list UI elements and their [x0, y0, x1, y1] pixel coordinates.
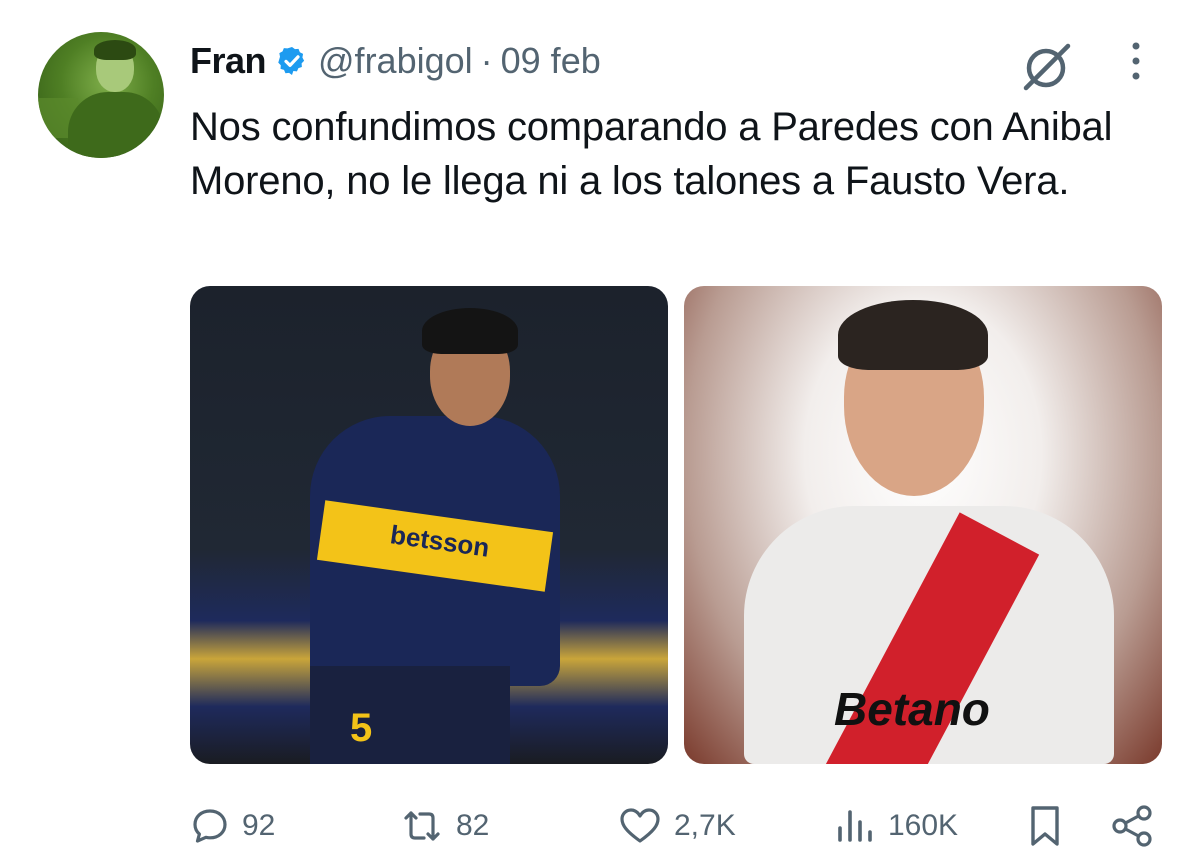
author-handle[interactable]: @frabigol — [318, 40, 473, 82]
like-count: 2,7K — [674, 809, 736, 842]
like-button[interactable]: 2,7K — [618, 796, 736, 856]
author-name[interactable]: Fran — [190, 40, 267, 82]
bookmark-button[interactable] — [1028, 796, 1062, 856]
tweet-image-left[interactable]: betsson 5 — [190, 286, 668, 764]
avatar-hair — [94, 40, 136, 60]
repost-icon — [404, 811, 440, 841]
shirt-sponsor-right: Betano — [834, 683, 990, 735]
tweet-header: Fran @frabigol · 09 feb — [190, 36, 601, 86]
views-count: 160K — [888, 809, 959, 842]
reply-icon — [193, 809, 227, 843]
share-button[interactable] — [1110, 796, 1154, 856]
player-shorts — [310, 666, 510, 764]
grok-icon[interactable] — [1018, 40, 1076, 92]
repost-button[interactable]: 82 — [400, 796, 489, 856]
like-icon — [620, 808, 660, 843]
avatar[interactable] — [38, 32, 164, 158]
player-hair — [838, 300, 988, 370]
reply-count: 92 — [242, 809, 276, 842]
share-icon — [1112, 805, 1152, 847]
player-number: 5 — [350, 706, 373, 750]
views-button[interactable]: 160K — [834, 796, 958, 856]
more-options-icon[interactable] — [1124, 40, 1148, 84]
views-icon — [838, 810, 872, 842]
separator-dot: · — [480, 40, 493, 81]
avatar-body — [68, 92, 164, 158]
bookmark-icon — [1031, 806, 1059, 846]
tweet-date[interactable]: 09 feb — [501, 40, 601, 82]
action-bar: 92 82 2,7K 160K — [0, 796, 1200, 856]
verified-badge-icon — [278, 47, 305, 75]
reply-button[interactable]: 92 — [190, 796, 275, 856]
repost-count: 82 — [456, 809, 490, 842]
tweet-image-right[interactable]: Betano — [684, 286, 1162, 764]
player-hair — [422, 308, 518, 354]
tweet-text: Nos confundimos comparando a Paredes con… — [190, 105, 1113, 203]
